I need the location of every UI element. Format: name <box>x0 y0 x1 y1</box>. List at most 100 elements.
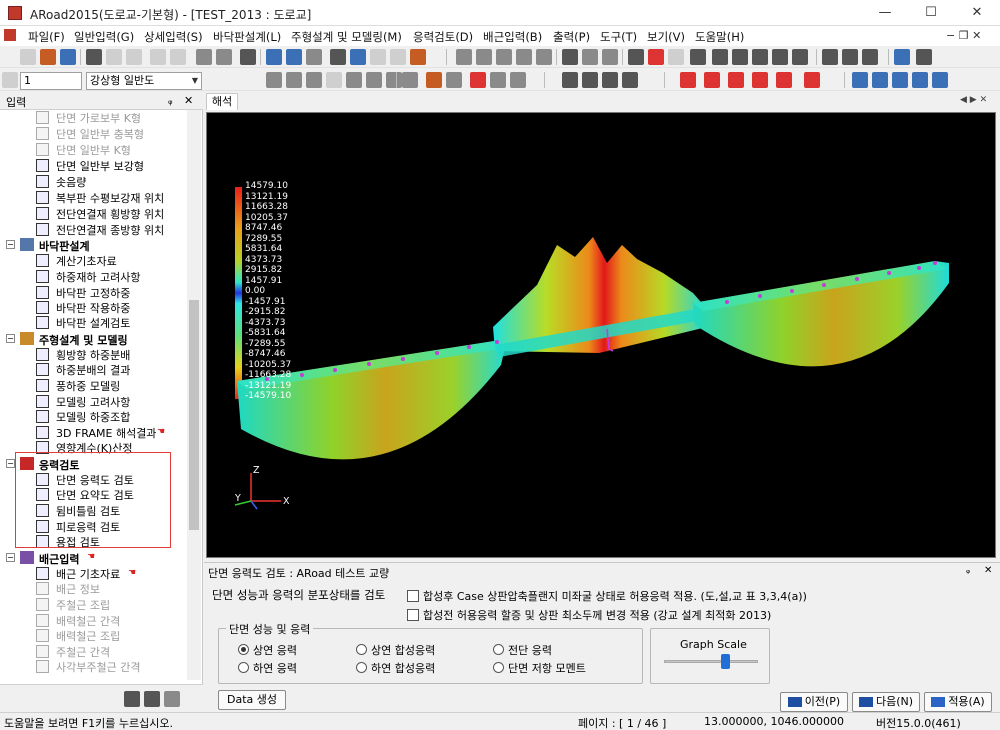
move-arrows-icon[interactable] <box>916 49 932 65</box>
maximize-button[interactable]: ☐ <box>908 0 954 26</box>
menu-output[interactable]: 출력(P) <box>553 29 590 45</box>
save-icon[interactable] <box>60 49 76 65</box>
line-icon[interactable] <box>712 49 728 65</box>
radio-bottom-stress[interactable] <box>238 662 249 673</box>
close-button[interactable]: ✕ <box>954 0 1000 26</box>
pin-icon[interactable]: ᵩ <box>168 94 173 107</box>
girder-icon[interactable] <box>562 72 578 88</box>
apply-button[interactable]: 적용(A) <box>924 692 992 712</box>
forward-icon[interactable] <box>170 49 186 65</box>
pan-icon[interactable] <box>562 49 578 65</box>
recalc-icon[interactable] <box>402 72 418 88</box>
calc-icon[interactable] <box>196 49 212 65</box>
menu-help[interactable]: 도움말(H) <box>695 29 744 45</box>
save-red-icon[interactable] <box>470 72 486 88</box>
menu-general-input[interactable]: 일반입력(G) <box>74 29 134 45</box>
first-page-icon[interactable] <box>266 72 282 88</box>
type-combo[interactable]: 강상형 일반도 ▼ <box>86 72 202 90</box>
close-icon[interactable]: ✕ <box>184 94 193 107</box>
number-combo[interactable]: 1 <box>20 72 82 90</box>
tool-b-icon[interactable] <box>144 691 160 707</box>
node-icon[interactable] <box>680 72 696 88</box>
grid-icon[interactable] <box>306 49 322 65</box>
erase-icon[interactable] <box>792 49 808 65</box>
rotate-icon[interactable] <box>582 49 598 65</box>
pin-icon[interactable]: ᵩ <box>966 565 970 576</box>
zoom-out-icon[interactable] <box>476 49 492 65</box>
graph-scale-slider-thumb[interactable] <box>721 654 731 669</box>
menu-tools[interactable]: 도구(T) <box>600 29 637 45</box>
refresh-icon[interactable] <box>602 49 618 65</box>
move-icon[interactable] <box>894 49 910 65</box>
radio-bottom-composite-stress[interactable] <box>356 662 367 673</box>
support-icon[interactable] <box>622 72 638 88</box>
cascade-icon[interactable] <box>390 49 406 65</box>
menu-view[interactable]: 보기(V) <box>647 29 685 45</box>
menu-stress-check[interactable]: 응력검토(D) <box>413 29 473 45</box>
zoom-all-icon[interactable] <box>536 49 552 65</box>
redo-icon[interactable] <box>126 49 142 65</box>
close-icon[interactable]: ✕ <box>984 565 992 576</box>
last-page-icon[interactable] <box>386 72 402 88</box>
next-page-icon[interactable] <box>366 72 382 88</box>
load-icon[interactable] <box>728 72 744 88</box>
snap-icon[interactable] <box>690 49 706 65</box>
mirror-icon[interactable] <box>842 49 858 65</box>
mdi-controls[interactable]: − ❐ ✕ <box>946 29 981 42</box>
radio-shear-stress[interactable] <box>493 644 504 655</box>
element-icon[interactable] <box>704 72 720 88</box>
dimension-icon[interactable] <box>628 49 644 65</box>
offset-icon[interactable] <box>862 49 878 65</box>
text-style-icon[interactable] <box>648 49 664 65</box>
stop-icon[interactable] <box>326 72 342 88</box>
plan-view-icon[interactable] <box>852 72 868 88</box>
tab-nav-controls[interactable]: ◀ ▶ ✕ <box>960 95 987 105</box>
collapse-icon[interactable]: − <box>6 240 15 249</box>
globe-icon[interactable] <box>286 49 302 65</box>
menu-girder-design[interactable]: 주형설계 및 모델링(M) <box>291 29 402 45</box>
tab-analysis[interactable]: 해석 <box>206 93 238 110</box>
app-icon[interactable] <box>8 6 22 20</box>
section-icon[interactable] <box>602 72 618 88</box>
help-icon[interactable] <box>240 49 256 65</box>
undo-icon[interactable] <box>106 49 122 65</box>
layout-icon[interactable] <box>350 49 366 65</box>
collapse-icon[interactable]: − <box>6 334 15 343</box>
3d-view-icon[interactable] <box>932 72 948 88</box>
next-button[interactable]: 다음(N) <box>852 692 920 712</box>
hatch-icon[interactable] <box>772 49 788 65</box>
menu-rebar-input[interactable]: 배근입력(B) <box>483 29 542 45</box>
report-icon[interactable] <box>216 49 232 65</box>
zoom-fit-icon[interactable] <box>516 49 532 65</box>
keyboard-icon[interactable] <box>330 49 346 65</box>
export-icon[interactable] <box>426 72 442 88</box>
composite-before-checkbox[interactable] <box>407 609 419 621</box>
doc-icon[interactable] <box>4 29 16 41</box>
pointer-icon[interactable] <box>410 49 426 65</box>
zoom-in-icon[interactable] <box>456 49 472 65</box>
prev-page-icon[interactable] <box>286 72 302 88</box>
front-view-icon[interactable] <box>872 72 888 88</box>
prev-button[interactable]: 이전(P) <box>780 692 848 712</box>
radio-top-composite-stress[interactable] <box>356 644 367 655</box>
side-view-icon[interactable] <box>892 72 908 88</box>
zoom-window-icon[interactable] <box>496 49 512 65</box>
tool-a-icon[interactable] <box>124 691 140 707</box>
composite-after-checkbox[interactable] <box>407 590 419 602</box>
arc-icon[interactable] <box>732 49 748 65</box>
scrollbar-thumb[interactable] <box>189 300 199 530</box>
tile-icon[interactable] <box>370 49 386 65</box>
menu-detail-input[interactable]: 상세입력(S) <box>144 29 203 45</box>
minimize-button[interactable]: — <box>862 0 908 26</box>
excel-icon[interactable] <box>510 72 526 88</box>
new-file-icon[interactable] <box>20 49 36 65</box>
iso-view-icon[interactable] <box>912 72 928 88</box>
import-icon[interactable] <box>490 72 506 88</box>
prev-icon[interactable] <box>306 72 322 88</box>
radio-resisting-moment[interactable] <box>493 662 504 673</box>
copy-icon[interactable] <box>822 49 838 65</box>
window-icon[interactable] <box>266 49 282 65</box>
target-icon[interactable] <box>804 72 820 88</box>
input-panel-scrollbar[interactable] <box>187 110 201 680</box>
polyline-icon[interactable] <box>752 49 768 65</box>
